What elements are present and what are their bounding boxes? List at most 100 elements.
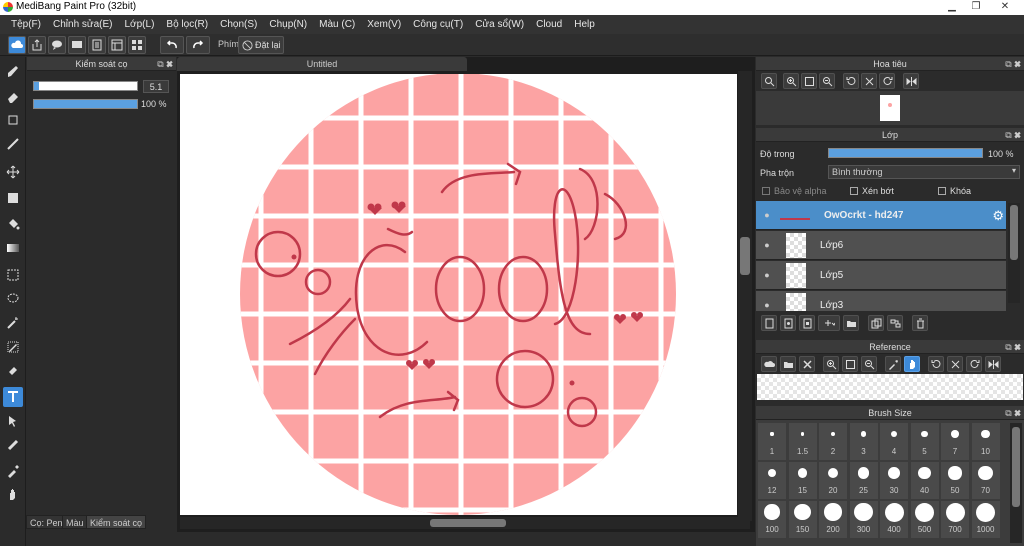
menu-file[interactable]: Tệp(F) bbox=[5, 19, 47, 30]
document-tab[interactable]: Untitled bbox=[177, 57, 467, 71]
shape-tool-icon[interactable] bbox=[3, 188, 23, 208]
gear-icon[interactable]: ⚙ bbox=[992, 208, 1004, 224]
vertical-scrollbar[interactable] bbox=[738, 71, 752, 521]
canvas[interactable] bbox=[180, 74, 737, 515]
rotate-right-icon[interactable] bbox=[879, 73, 895, 89]
close-reference-icon[interactable] bbox=[799, 356, 815, 372]
select-eraser-icon[interactable] bbox=[3, 360, 23, 380]
dot-tool-icon[interactable] bbox=[3, 110, 23, 130]
zoom-out-icon[interactable] bbox=[861, 356, 877, 372]
brush-size-option[interactable]: 200 bbox=[819, 501, 847, 538]
hand-tool-icon[interactable] bbox=[3, 485, 23, 505]
panel-float-close-icon[interactable]: ⧉ ✖ bbox=[1005, 340, 1021, 354]
brush-size-option[interactable]: 500 bbox=[910, 501, 939, 538]
tab-brush-control[interactable]: Kiểm soát cọ bbox=[86, 515, 147, 529]
delete-layer-icon[interactable] bbox=[912, 315, 928, 331]
folder-icon[interactable] bbox=[843, 315, 859, 331]
layer-item[interactable]: ● Lớp3 bbox=[756, 291, 1006, 311]
menu-view[interactable]: Xem(V) bbox=[361, 19, 407, 30]
open-folder-icon[interactable] bbox=[780, 356, 796, 372]
eye-icon[interactable]: ● bbox=[756, 240, 778, 250]
brush-size-slider[interactable] bbox=[33, 81, 138, 91]
operation-tool-icon[interactable] bbox=[3, 411, 23, 431]
menu-capture[interactable]: Chụp(N) bbox=[263, 19, 313, 30]
fit-icon[interactable] bbox=[801, 73, 817, 89]
duplicate-layer-icon[interactable] bbox=[868, 315, 884, 331]
brush-size-option[interactable]: 40 bbox=[910, 462, 939, 499]
menu-layer[interactable]: Lớp(L) bbox=[119, 19, 161, 30]
brush-size-option[interactable]: 1000 bbox=[971, 501, 1000, 538]
panel-float-close-icon[interactable]: ⧉ ✖ bbox=[1005, 57, 1021, 71]
document-icon[interactable] bbox=[88, 36, 106, 54]
clipping-checkbox[interactable]: Xén bớt bbox=[850, 186, 894, 196]
brush-size-option[interactable]: 10 bbox=[971, 423, 1000, 460]
magic-wand-icon[interactable] bbox=[3, 313, 23, 333]
zoom-out-icon[interactable] bbox=[819, 73, 835, 89]
new-layer-icon[interactable] bbox=[761, 315, 777, 331]
restore-button[interactable]: ❐ bbox=[965, 0, 987, 14]
panel-float-close-icon[interactable]: ⧉ ✖ bbox=[1005, 406, 1021, 420]
flip-icon[interactable] bbox=[985, 356, 1001, 372]
zoom-reset-icon[interactable] bbox=[761, 73, 777, 89]
text-tool-icon[interactable] bbox=[3, 387, 23, 407]
hand-icon[interactable] bbox=[904, 356, 920, 372]
brush-opacity-slider[interactable] bbox=[33, 99, 138, 109]
rotate-reset-icon[interactable] bbox=[861, 73, 877, 89]
brush-size-option[interactable]: 1.5 bbox=[788, 423, 817, 460]
layer-item[interactable]: ● OwOcrkt - hd247 ⚙ bbox=[756, 201, 1006, 230]
menu-tools[interactable]: Công cụ(T) bbox=[407, 19, 469, 30]
layer-scrollbar[interactable] bbox=[1008, 203, 1020, 303]
brush-size-option[interactable]: 1 bbox=[758, 423, 786, 460]
panel-float-close-icon[interactable]: ⧉ ✖ bbox=[1005, 128, 1021, 142]
brush-size-option[interactable]: 700 bbox=[941, 501, 969, 538]
cloud-upload-icon[interactable] bbox=[761, 356, 777, 372]
comment-icon[interactable] bbox=[68, 36, 86, 54]
fit-icon[interactable] bbox=[842, 356, 858, 372]
undo-icon[interactable] bbox=[160, 36, 184, 54]
tab-color[interactable]: Màu bbox=[62, 515, 88, 529]
brush-tool-icon[interactable] bbox=[3, 62, 23, 82]
reference-preview[interactable] bbox=[757, 374, 1023, 400]
brush-size-option[interactable]: 150 bbox=[788, 501, 817, 538]
brush-size-option[interactable]: 100 bbox=[758, 501, 786, 538]
select-tool-icon[interactable] bbox=[3, 265, 23, 285]
eyedropper-icon[interactable] bbox=[3, 461, 23, 481]
flip-icon[interactable] bbox=[903, 73, 919, 89]
eraser-tool-icon[interactable] bbox=[3, 87, 23, 107]
menu-cloud[interactable]: Cloud bbox=[530, 19, 568, 30]
brush-size-option[interactable]: 70 bbox=[971, 462, 1000, 499]
speech-bubble-icon[interactable] bbox=[48, 36, 66, 54]
select-pen-icon[interactable] bbox=[3, 337, 23, 357]
layer-item[interactable]: ● Lớp5 bbox=[756, 261, 1006, 290]
new-8bit-layer-icon[interactable] bbox=[799, 315, 815, 331]
brush-size-option[interactable]: 3 bbox=[849, 423, 878, 460]
divide-tool-icon[interactable] bbox=[3, 435, 23, 455]
brush-size-option[interactable]: 4 bbox=[880, 423, 908, 460]
menu-color[interactable]: Màu (C) bbox=[313, 19, 361, 30]
menu-window[interactable]: Cửa sổ(W) bbox=[469, 19, 530, 30]
bucket-tool-icon[interactable] bbox=[3, 214, 23, 234]
rotate-right-icon[interactable] bbox=[966, 356, 982, 372]
zoom-in-icon[interactable] bbox=[823, 356, 839, 372]
brush-size-scrollbar[interactable] bbox=[1010, 423, 1022, 543]
menu-select[interactable]: Chọn(S) bbox=[214, 19, 263, 30]
lasso-tool-icon[interactable] bbox=[3, 289, 23, 309]
protect-alpha-checkbox[interactable]: Bảo vệ alpha bbox=[762, 186, 827, 196]
move-tool-icon[interactable] bbox=[3, 162, 23, 182]
line-tool-icon[interactable] bbox=[3, 134, 23, 154]
add-layer-dropdown-icon[interactable] bbox=[818, 315, 840, 331]
eye-icon[interactable]: ● bbox=[756, 300, 778, 310]
menu-filter[interactable]: Bộ lọc(R) bbox=[160, 19, 214, 30]
lock-checkbox[interactable]: Khóa bbox=[938, 186, 971, 196]
horizontal-scrollbar[interactable] bbox=[180, 517, 750, 529]
brush-size-option[interactable]: 300 bbox=[849, 501, 878, 538]
brush-size-option[interactable]: 5 bbox=[910, 423, 939, 460]
layer-opacity-slider[interactable] bbox=[828, 148, 983, 158]
rotate-left-icon[interactable] bbox=[928, 356, 944, 372]
brush-size-option[interactable]: 400 bbox=[880, 501, 908, 538]
grid-icon[interactable] bbox=[128, 36, 146, 54]
eye-icon[interactable]: ● bbox=[756, 210, 778, 220]
new-halftone-layer-icon[interactable] bbox=[780, 315, 796, 331]
brush-size-option[interactable]: 7 bbox=[941, 423, 969, 460]
brush-size-option[interactable]: 12 bbox=[758, 462, 786, 499]
